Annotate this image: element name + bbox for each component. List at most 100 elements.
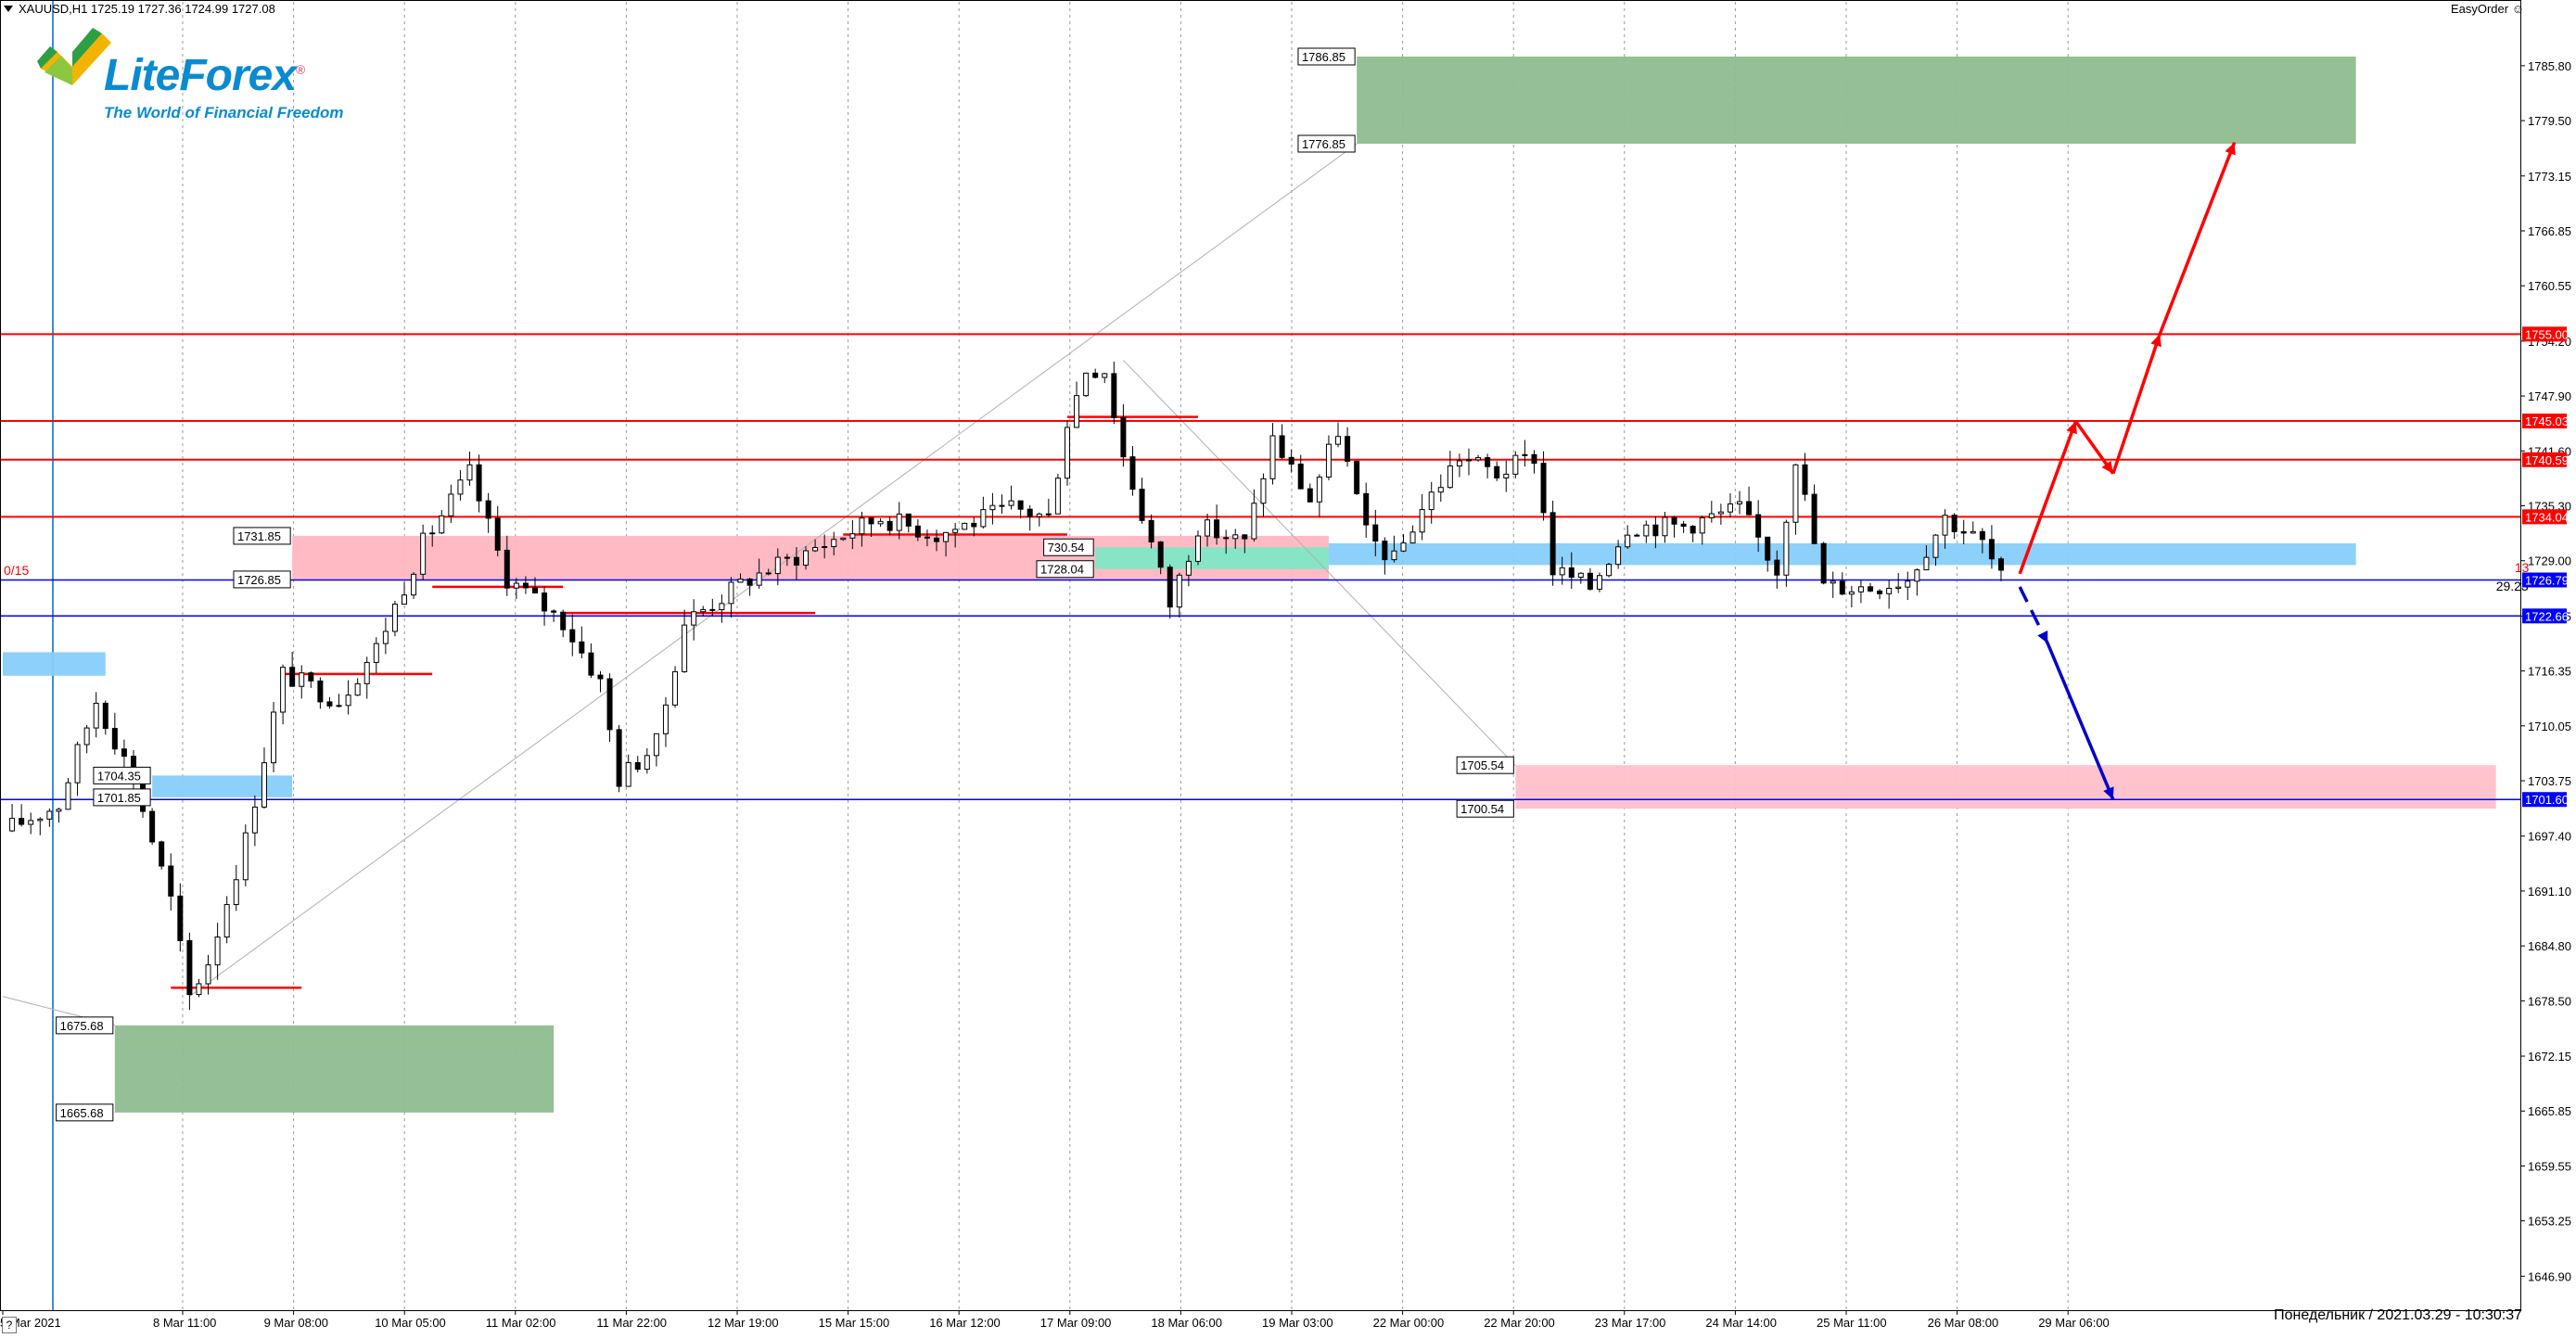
- candle-body: [1391, 550, 1397, 561]
- candle-body: [1932, 534, 1939, 558]
- y-tick-label: 1747.90: [2528, 389, 2571, 403]
- candle-body: [1662, 516, 1668, 537]
- zone-rect[interactable]: [1515, 765, 2496, 809]
- zone-rect[interactable]: [1095, 547, 1329, 569]
- y-tick-label: 1729.00: [2528, 554, 2571, 568]
- candle-body: [542, 593, 548, 612]
- candle-body: [289, 667, 296, 687]
- zone-rectangles[interactable]: [3, 57, 2496, 1113]
- help-corner-button[interactable]: ?: [2, 1317, 17, 1333]
- candle-body: [868, 517, 874, 525]
- candle-body: [1372, 524, 1379, 542]
- candle-body: [1522, 453, 1528, 456]
- candle-body: [1811, 493, 1817, 544]
- price-chart[interactable]: 1786.85 1776.85 1675.68 1665.68 1731.85 1726.…: [0, 0, 2576, 1333]
- candle-body: [1765, 536, 1771, 561]
- dropdown-triangle-icon[interactable]: [4, 6, 13, 12]
- price-tag: 1726.79: [2525, 573, 2569, 587]
- candle-body: [1727, 503, 1733, 513]
- candle-body: [299, 672, 305, 687]
- x-tick-label: 18 Mar 06:00: [1151, 1316, 1222, 1330]
- candle-body: [317, 680, 324, 703]
- easy-order-button[interactable]: EasyOrder ☺: [2451, 2, 2524, 16]
- candle-body: [1549, 512, 1556, 576]
- candle-body: [1802, 464, 1808, 495]
- y-tick-label: 1659.55: [2528, 1159, 2571, 1173]
- candle-body: [1625, 534, 1631, 548]
- candle-body: [914, 525, 921, 538]
- candle-body: [924, 536, 930, 539]
- candle-body: [1970, 530, 1976, 534]
- candle-body: [1746, 501, 1753, 516]
- candle-body: [1223, 537, 1230, 540]
- price-tag: 1734.04: [2525, 510, 2569, 524]
- candle-body: [1652, 524, 1659, 537]
- zone-rect[interactable]: [114, 1025, 555, 1113]
- zone-rect[interactable]: [1328, 542, 2356, 566]
- zone-rect[interactable]: [1357, 57, 2356, 144]
- candle-body: [37, 818, 44, 822]
- candle-body: [1335, 436, 1342, 445]
- candle-body: [1997, 558, 2004, 571]
- candle-body: [402, 594, 408, 605]
- candle-body: [1792, 464, 1799, 523]
- candle-body: [1914, 569, 1920, 582]
- candle-body: [1157, 541, 1164, 568]
- candle-body: [765, 572, 772, 575]
- candle-body: [1083, 372, 1090, 397]
- candle-body: [877, 520, 884, 525]
- symbol-info-text: XAUUSD,H1 1725.19 1727.36 1724.99 1727.0…: [19, 2, 275, 16]
- zone-label-bottom: 1665.68: [60, 1106, 104, 1120]
- candle-body: [1951, 515, 1958, 532]
- candle-body: [999, 504, 1005, 507]
- candle-body: [812, 546, 819, 552]
- candle-body: [634, 762, 641, 771]
- candle-body: [625, 762, 631, 787]
- candle-body: [504, 549, 510, 589]
- candle-body: [1512, 454, 1519, 475]
- candle-body: [1120, 416, 1127, 458]
- candle-body: [1242, 534, 1248, 540]
- candle-body: [1382, 541, 1388, 561]
- candle-body: [1279, 435, 1285, 458]
- candle-body: [1905, 580, 1911, 588]
- candle-body: [1064, 427, 1070, 479]
- zone-label-top: 730.54: [1048, 541, 1085, 554]
- candle-body: [233, 879, 239, 906]
- candle-body: [1269, 435, 1276, 479]
- candle-body: [1503, 473, 1510, 478]
- candle-body: [579, 641, 585, 654]
- status-datetime: Понедельник / 2021.03.29 - 10:30:37: [2274, 1307, 2522, 1323]
- candle-body: [1297, 463, 1304, 490]
- candle-body: [102, 702, 108, 730]
- y-tick-label: 1678.50: [2528, 994, 2571, 1008]
- zone-rect[interactable]: [152, 775, 293, 797]
- candle-body: [672, 670, 679, 706]
- price-axis[interactable]: 1785.801779.501773.151766.851760.551754.…: [0, 0, 2572, 1311]
- candle-body: [1251, 503, 1257, 540]
- candle-body: [1494, 465, 1500, 478]
- easy-order-label: EasyOrder: [2450, 2, 2509, 16]
- candle-body: [1008, 500, 1014, 506]
- candle-body: [803, 550, 810, 566]
- candle-body: [466, 464, 473, 481]
- candle-body: [1960, 530, 1967, 534]
- candle-body: [1839, 580, 1845, 595]
- zone-rect[interactable]: [3, 652, 106, 676]
- candle-body: [19, 818, 25, 825]
- candle-body: [606, 678, 613, 731]
- candle-body: [522, 582, 529, 589]
- candle-body: [531, 587, 538, 594]
- price-tag: 1745.03: [2525, 414, 2569, 428]
- chart-area[interactable]: 1786.85 1776.85 1675.68 1665.68 1731.85 1726.…: [0, 0, 2576, 1333]
- price-tag: 1740.59: [2525, 453, 2569, 467]
- y-tick-label: 1672.15: [2528, 1050, 2571, 1064]
- bull-forecast-arrowhead: [2150, 334, 2162, 348]
- y-tick-label: 1773.15: [2528, 170, 2571, 184]
- x-tick-label: 22 Mar 00:00: [1373, 1316, 1445, 1330]
- candle-body: [1979, 530, 1985, 541]
- price-tag: 1722.66: [2525, 609, 2569, 623]
- candle-body: [1540, 463, 1547, 514]
- time-axis[interactable]: 5 Mar 2021 8 Mar 11:00 9 Mar 08:00 10 Mar 0…: [0, 1310, 2110, 1330]
- candle-body: [1354, 460, 1360, 494]
